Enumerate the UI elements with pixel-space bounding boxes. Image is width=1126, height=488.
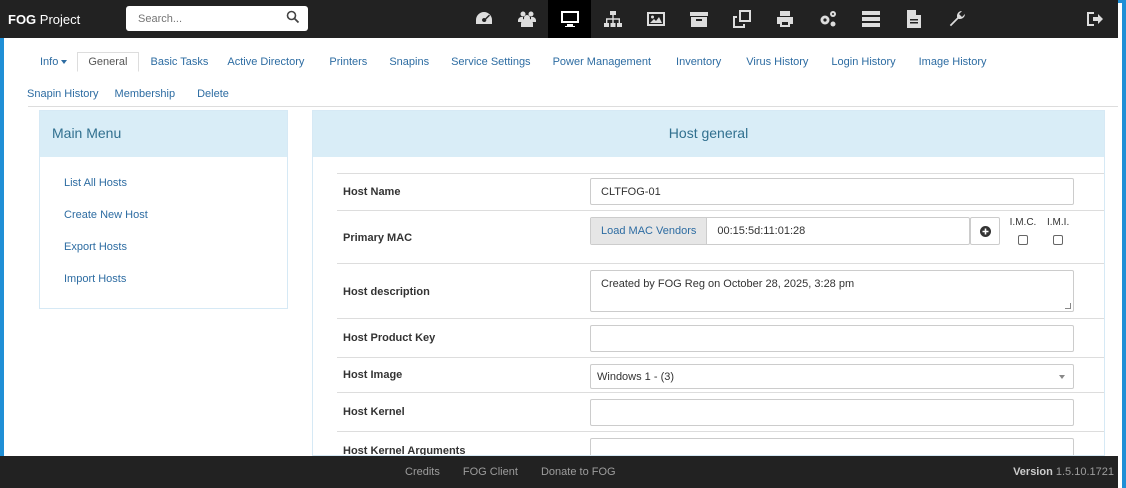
host-kernel-arguments-label: Host Kernel Arguments xyxy=(343,445,466,456)
main-menu-panel: Main Menu List All Hosts Create New Host… xyxy=(39,110,288,309)
footer-version: Version 1.5.10.1721 xyxy=(1013,466,1114,478)
add-mac-button[interactable] xyxy=(970,217,1000,245)
tab-basic-tasks[interactable]: Basic Tasks xyxy=(151,56,209,68)
host-general-title: Host general xyxy=(313,111,1104,157)
footer-donate-link[interactable]: Donate to FOG xyxy=(541,466,616,478)
imi-checkbox-group: I.M.I. xyxy=(1047,217,1069,245)
tab-power-management[interactable]: Power Management xyxy=(553,56,651,68)
tab-info[interactable]: Info xyxy=(40,56,68,68)
host-name-input[interactable]: CLTFOG-01 xyxy=(590,178,1074,205)
subnav-divider xyxy=(28,106,1118,107)
chevron-down-icon xyxy=(1059,375,1065,379)
tab-snapin-history[interactable]: Snapin History xyxy=(27,88,99,100)
host-kernel-label: Host Kernel xyxy=(343,406,405,418)
clone-icon[interactable] xyxy=(720,0,763,38)
host-general-panel: Host general Host Name CLTFOG-01 Primary… xyxy=(312,110,1105,456)
wrench-icon[interactable] xyxy=(935,0,978,38)
archive-icon[interactable] xyxy=(677,0,720,38)
image-icon[interactable] xyxy=(634,0,677,38)
plus-circle-icon xyxy=(979,225,991,237)
host-product-key-label: Host Product Key xyxy=(343,332,436,344)
tab-service-settings[interactable]: Service Settings xyxy=(451,56,530,68)
file-icon[interactable] xyxy=(892,0,935,38)
logout-icon[interactable] xyxy=(1086,10,1104,28)
imc-checkbox-group: I.M.C. xyxy=(1009,217,1037,245)
primary-mac-label: Primary MAC xyxy=(343,232,413,244)
load-mac-vendors-button[interactable]: Load MAC Vendors xyxy=(591,218,708,244)
host-subnav: Info General Basic Tasks Active Director… xyxy=(27,52,1118,104)
host-kernel-arguments-input[interactable] xyxy=(590,438,1074,455)
mac-input-group: Load MAC Vendors 00:15:5d:11:01:28 xyxy=(590,217,970,245)
tab-delete[interactable]: Delete xyxy=(197,88,229,100)
brand-logo[interactable]: FOG Project xyxy=(0,12,120,27)
host-name-label: Host Name xyxy=(343,186,401,198)
tab-active-directory[interactable]: Active Directory xyxy=(227,56,304,68)
host-description-label: Host description xyxy=(343,286,430,298)
tab-login-history[interactable]: Login History xyxy=(831,56,895,68)
host-kernel-input[interactable] xyxy=(590,399,1074,426)
imi-label: I.M.I. xyxy=(1047,217,1070,228)
tab-virus-history[interactable]: Virus History xyxy=(746,56,808,68)
version-value: 1.5.10.1721 xyxy=(1055,466,1114,478)
row-host-description: Host description Created by FOG Reg on O… xyxy=(337,263,1104,318)
search-box xyxy=(126,6,308,31)
row-primary-mac: Primary MAC Load MAC Vendors 00:15:5d:11… xyxy=(337,210,1104,263)
dashboard-icon[interactable] xyxy=(462,0,505,38)
main-menu-title: Main Menu xyxy=(40,111,287,157)
footer: Credits FOG Client Donate to FOG Version… xyxy=(0,456,1118,488)
version-label: Version xyxy=(1013,466,1053,478)
menu-create-new-host[interactable]: Create New Host xyxy=(40,209,287,241)
main-nav-icons xyxy=(462,0,978,38)
tab-image-history[interactable]: Image History xyxy=(919,56,987,68)
footer-credits-link[interactable]: Credits xyxy=(405,466,440,478)
host-image-value: Windows 1 - (3) xyxy=(597,371,675,383)
host-product-key-input[interactable] xyxy=(590,325,1074,352)
footer-fog-client-link[interactable]: FOG Client xyxy=(463,466,518,478)
host-description-value: Created by FOG Reg on October 28, 2025, … xyxy=(601,278,855,290)
host-image-select[interactable]: Windows 1 - (3) xyxy=(590,364,1074,389)
menu-import-hosts[interactable]: Import Hosts xyxy=(40,273,287,305)
tab-inventory[interactable]: Inventory xyxy=(676,56,721,68)
search-input[interactable] xyxy=(126,12,276,25)
imc-checkbox[interactable] xyxy=(1018,235,1028,245)
tab-snapins[interactable]: Snapins xyxy=(389,56,429,68)
host-image-label: Host Image xyxy=(343,369,403,381)
row-host-kernel-arguments: Host Kernel Arguments xyxy=(337,431,1104,456)
tab-printers[interactable]: Printers xyxy=(329,56,367,68)
print-icon[interactable] xyxy=(763,0,806,38)
host-description-textarea[interactable]: Created by FOG Reg on October 28, 2025, … xyxy=(590,270,1074,312)
row-host-name: Host Name CLTFOG-01 xyxy=(337,173,1104,210)
desktop-icon[interactable] xyxy=(548,0,591,38)
menu-export-hosts[interactable]: Export Hosts xyxy=(40,241,287,273)
resize-grip-icon[interactable] xyxy=(1065,303,1071,309)
row-host-product-key: Host Product Key xyxy=(337,318,1104,357)
sitemap-icon[interactable] xyxy=(591,0,634,38)
tab-general[interactable]: General xyxy=(77,52,139,72)
row-host-kernel: Host Kernel xyxy=(337,392,1104,431)
row-host-image: Host Image Windows 1 - (3) xyxy=(337,357,1104,392)
search-icon[interactable] xyxy=(286,10,300,24)
tab-membership[interactable]: Membership xyxy=(115,88,176,100)
menu-list-all-hosts[interactable]: List All Hosts xyxy=(40,177,287,209)
cogs-icon[interactable] xyxy=(806,0,849,38)
users-icon[interactable] xyxy=(505,0,548,38)
server-icon[interactable] xyxy=(849,0,892,38)
imc-label: I.M.C. xyxy=(1009,217,1037,228)
top-navbar: FOG Project xyxy=(0,0,1118,38)
imi-checkbox[interactable] xyxy=(1053,235,1063,245)
primary-mac-input[interactable]: 00:15:5d:11:01:28 xyxy=(707,218,969,244)
